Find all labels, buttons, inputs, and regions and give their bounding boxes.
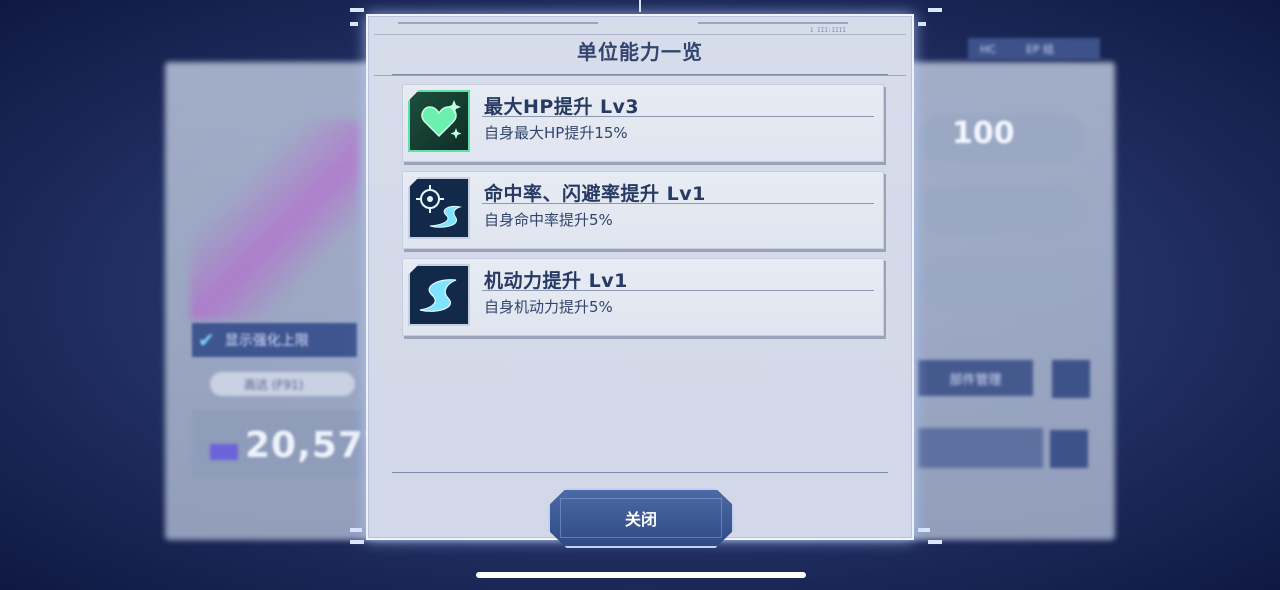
skill-description: 自身最大HP提升15% — [484, 124, 628, 142]
background-tab-ep: EP 结 — [1025, 43, 1055, 56]
background-right-row-3 — [920, 258, 1085, 306]
background-unit-pill: 高达 (F91) — [210, 372, 355, 396]
hud-mark — [928, 8, 942, 12]
dialog-title: 单位能力一览 — [577, 40, 703, 64]
skill-card-max-hp: 最大HP提升 Lv3 自身最大HP提升15% — [402, 84, 884, 162]
divider — [392, 472, 888, 473]
home-indicator[interactable] — [476, 572, 806, 578]
title-decoration — [398, 22, 598, 24]
skill-description: 自身命中率提升5% — [484, 211, 613, 229]
background-power-bar — [210, 444, 238, 460]
unit-ability-dialog: 1 III:IIII 单位能力一览 最大HP提升 Lv3 自身最大HP提升15% — [366, 14, 914, 548]
background-show-limit-toggle: ✔ 显示强化上限 — [192, 323, 357, 357]
skill-card-mobility: 机动力提升 Lv1 自身机动力提升5% — [402, 258, 884, 336]
divider — [392, 74, 888, 75]
background-right-tabs: HC EP 结 — [968, 38, 1100, 60]
hud-mark — [928, 540, 942, 544]
close-button[interactable]: 关闭 — [548, 488, 734, 548]
skill-divider — [482, 203, 874, 204]
skill-card-hit-evade: 命中率、闪避率提升 Lv1 自身命中率提升5% — [402, 171, 884, 249]
mobility-swoosh-icon — [408, 264, 470, 326]
target-evade-icon — [408, 177, 470, 239]
background-tab-hc: HC — [980, 42, 996, 56]
background-show-limit-label: 显示强化上限 — [224, 333, 309, 349]
header-code: 1 III:IIII — [809, 27, 846, 34]
background-square-button — [1050, 430, 1088, 468]
title-decoration — [698, 22, 848, 24]
background-right-row-2 — [920, 186, 1085, 234]
background-unit-art — [190, 120, 360, 320]
hud-mark — [350, 8, 364, 12]
hud-mark — [918, 528, 930, 532]
background-right-value: 100 — [952, 116, 1015, 151]
background-parts-button: 部件管理 — [918, 360, 1033, 396]
hud-mark — [350, 540, 364, 544]
heart-sparkle-icon — [408, 90, 470, 152]
skill-divider — [482, 116, 874, 117]
skill-divider — [482, 290, 874, 291]
skill-description: 自身机动力提升5% — [484, 298, 613, 316]
background-unit-pill-label: 高达 (F91) — [244, 377, 304, 392]
background-search-bar — [918, 428, 1043, 468]
background-parts-button-label: 部件管理 — [949, 372, 1002, 388]
hud-mark — [639, 0, 641, 12]
hud-mark — [350, 22, 358, 26]
check-icon: ✔ — [198, 328, 215, 352]
close-button-label: 关闭 — [624, 510, 657, 529]
skill-name: 机动力提升 Lv1 — [484, 270, 628, 292]
hud-mark — [350, 528, 362, 532]
skill-name: 命中率、闪避率提升 Lv1 — [484, 183, 706, 205]
hud-mark — [918, 22, 926, 26]
background-doc-icon — [1052, 360, 1090, 398]
skill-name: 最大HP提升 Lv3 — [484, 96, 640, 118]
